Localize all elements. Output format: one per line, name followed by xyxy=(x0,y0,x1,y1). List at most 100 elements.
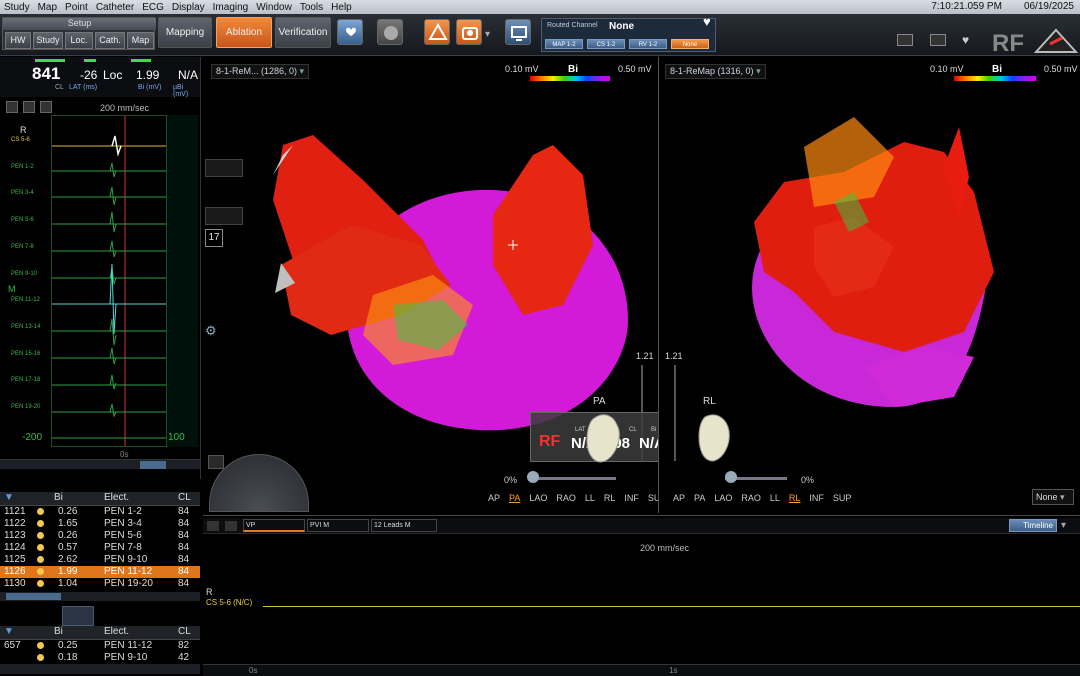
map-view-left[interactable]: 8-1-ReM... (1286, 0) ▾ 0.10 mV Bi 0.50 m… xyxy=(203,57,666,513)
map-tool-heart-icon[interactable] xyxy=(205,207,243,225)
map-left-opacity-slider[interactable] xyxy=(528,477,616,480)
table-row[interactable]: 1121 0.26 PEN 1-2 84 xyxy=(0,506,200,518)
tool-icon-3[interactable] xyxy=(40,101,52,113)
channel-map-button[interactable]: MAP 1-2 xyxy=(545,39,583,49)
bottom-timeline-ruler[interactable]: 0s 1s xyxy=(203,664,1080,676)
ecg-trace-area[interactable] xyxy=(51,115,169,447)
filter2-icon[interactable]: ▼ xyxy=(4,626,14,637)
camera-dropdown-icon[interactable]: ▾ xyxy=(485,29,490,40)
map-counter[interactable]: 17 xyxy=(205,229,223,247)
view-r-ap-button[interactable]: AP xyxy=(673,493,685,503)
loc-button[interactable]: Loc. xyxy=(65,32,93,49)
menu-point[interactable]: Point xyxy=(61,0,92,14)
menu-tools[interactable]: Tools xyxy=(296,0,327,14)
voltage-map-left[interactable] xyxy=(253,95,653,435)
table-tab-icon[interactable] xyxy=(62,606,94,626)
table-row[interactable]: 1126 1.99 PEN 11-12 84 xyxy=(0,566,200,578)
view-ll-button[interactable]: LL xyxy=(585,493,595,503)
view-r-sup-button[interactable]: SUP xyxy=(833,493,852,503)
menu-catheter[interactable]: Catheter xyxy=(92,0,138,14)
record-icon[interactable] xyxy=(377,19,403,45)
view-ap-button[interactable]: AP xyxy=(488,493,500,503)
menu-window[interactable]: Window xyxy=(252,0,296,14)
view-r-lao-button[interactable]: LAO xyxy=(714,493,732,503)
table-row[interactable]: 0.18 PEN 9-10 42 xyxy=(0,652,200,664)
ablation-tag-icon[interactable] xyxy=(424,19,450,45)
table-row[interactable]: 1130 1.04 PEN 19-20 84 xyxy=(0,578,200,590)
view-rl-button[interactable]: RL xyxy=(604,493,616,503)
select-leads[interactable]: 12 Leads M xyxy=(371,519,437,532)
map-left-title[interactable]: 8-1-ReM... (1286, 0) ▾ xyxy=(211,64,310,79)
table-row[interactable]: 1123 0.26 PEN 5-6 84 xyxy=(0,530,200,542)
table-row[interactable]: 1122 1.65 PEN 3-4 84 xyxy=(0,518,200,530)
bottom-tool-icon-2[interactable] xyxy=(225,521,237,531)
mapping-button[interactable]: Mapping xyxy=(158,17,212,48)
menu-display[interactable]: Display xyxy=(168,0,209,14)
ecg-window-bar[interactable] xyxy=(166,115,198,447)
cath-button[interactable]: Cath. xyxy=(95,32,125,49)
table-scrollbar[interactable] xyxy=(0,592,200,601)
ecg-scroll-thumb[interactable] xyxy=(140,461,166,469)
map-button[interactable]: Map xyxy=(127,32,154,49)
map-left-opacity-thumb[interactable] xyxy=(527,471,539,483)
view-pa-button[interactable]: PA xyxy=(509,493,520,503)
map-left-dropdown-icon[interactable]: ▾ xyxy=(300,66,305,76)
ablation-button[interactable]: Ablation xyxy=(216,17,272,48)
study-button[interactable]: Study xyxy=(33,32,63,49)
ecg-scrollbar[interactable] xyxy=(0,459,200,469)
timeline-button[interactable]: Timeline xyxy=(1009,519,1057,532)
view-lao-button[interactable]: LAO xyxy=(529,493,547,503)
map-settings-gear-icon[interactable]: ⚙ xyxy=(205,323,229,341)
col-elect[interactable]: Elect. xyxy=(104,492,129,503)
tool-icon-1[interactable] xyxy=(6,101,18,113)
select-pvi[interactable]: PVI M xyxy=(307,519,369,532)
col2-elect[interactable]: Elect. xyxy=(104,626,129,637)
menu-help[interactable]: Help xyxy=(327,0,356,14)
view-r-ll-button[interactable]: LL xyxy=(770,493,780,503)
channel-cs-button[interactable]: CS 1-2 xyxy=(587,39,625,49)
map-right-opacity-thumb[interactable] xyxy=(725,471,737,483)
channel-none-button[interactable]: None xyxy=(671,39,709,49)
table-row[interactable]: 657 0.25 PEN 11-12 82 xyxy=(0,640,200,652)
map-tool-grid-icon[interactable] xyxy=(205,159,243,177)
map-right-vslider[interactable] xyxy=(674,365,676,461)
map-view-right[interactable]: 8-1-ReMap (1316, 0) ▾ 0.10 mV Bi 0.50 mV… xyxy=(658,57,1080,513)
menu-map[interactable]: Map xyxy=(34,0,61,14)
col-bi[interactable]: Bi xyxy=(54,492,63,503)
display-icon xyxy=(930,34,946,46)
bi-cell: 0.26 xyxy=(58,530,78,541)
table-2-scrollbar[interactable] xyxy=(0,664,200,674)
hw-button[interactable]: HW xyxy=(5,32,31,49)
map-right-select[interactable]: None ▾ xyxy=(1032,489,1074,505)
menu-study[interactable]: Study xyxy=(0,0,34,14)
verification-button[interactable]: Verification xyxy=(275,17,331,48)
map-right-dropdown-icon[interactable]: ▾ xyxy=(756,66,761,76)
timeline-dropdown-icon[interactable]: ▾ xyxy=(1061,520,1066,531)
menu-ecg[interactable]: ECG xyxy=(138,0,168,14)
monitor-icon[interactable] xyxy=(505,19,531,45)
view-r-inf-button[interactable]: INF xyxy=(809,493,824,503)
tool-icon-2[interactable] xyxy=(23,101,35,113)
col2-cl[interactable]: CL xyxy=(178,626,191,637)
view-inf-button[interactable]: INF xyxy=(624,493,639,503)
map-right-title[interactable]: 8-1-ReMap (1316, 0) ▾ xyxy=(665,64,766,79)
heart-map-icon[interactable] xyxy=(337,19,363,45)
bottom-tool-icon-1[interactable] xyxy=(207,521,219,531)
view-r-pa-button[interactable]: PA xyxy=(694,493,705,503)
view-rao-button[interactable]: RAO xyxy=(556,493,576,503)
orientation-widget[interactable] xyxy=(209,454,309,512)
table-row[interactable]: 1125 2.62 PEN 9-10 84 xyxy=(0,554,200,566)
orientation-reset-icon[interactable] xyxy=(208,455,224,469)
select-vp[interactable]: VP xyxy=(243,519,305,532)
filter-icon[interactable]: ▼ xyxy=(4,492,14,503)
channel-rv-button[interactable]: RV 1-2 xyxy=(629,39,667,49)
col-cl[interactable]: CL xyxy=(178,492,191,503)
menu-imaging[interactable]: Imaging xyxy=(209,0,253,14)
table-row[interactable]: 1124 0.57 PEN 7-8 84 xyxy=(0,542,200,554)
view-r-rao-button[interactable]: RAO xyxy=(741,493,761,503)
camera-icon[interactable] xyxy=(456,19,482,45)
col2-bi[interactable]: Bi xyxy=(54,626,63,637)
voltage-map-right[interactable] xyxy=(744,107,1004,417)
table-scroll-thumb[interactable] xyxy=(6,593,61,600)
view-r-rl-button[interactable]: RL xyxy=(789,493,801,503)
